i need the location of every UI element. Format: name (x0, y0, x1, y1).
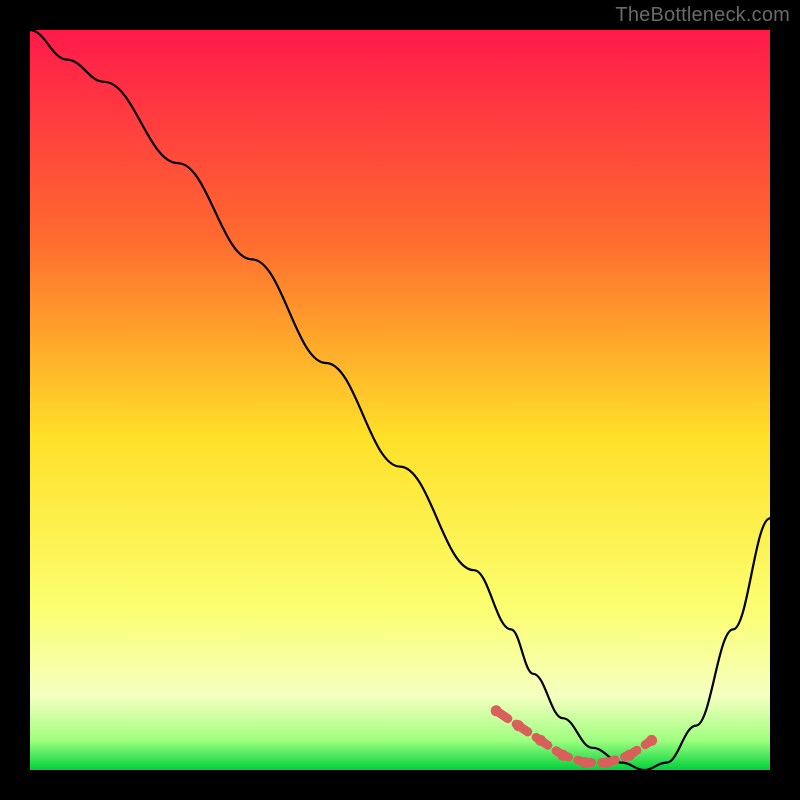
highlight-marker-dot (646, 735, 657, 746)
highlight-marker-dot (602, 757, 613, 768)
highlight-marker-dot (557, 750, 568, 761)
chart-svg (30, 30, 770, 770)
plot-area (30, 30, 770, 770)
highlight-marker-dot (580, 757, 591, 768)
highlight-marker-dot (624, 750, 635, 761)
chart-frame: TheBottleneck.com (0, 0, 800, 800)
highlight-marker-dot (535, 735, 546, 746)
highlight-marker-dot (513, 720, 524, 731)
watermark-text: TheBottleneck.com (615, 4, 790, 27)
gradient-background (30, 30, 770, 770)
highlight-marker-dot (491, 705, 502, 716)
